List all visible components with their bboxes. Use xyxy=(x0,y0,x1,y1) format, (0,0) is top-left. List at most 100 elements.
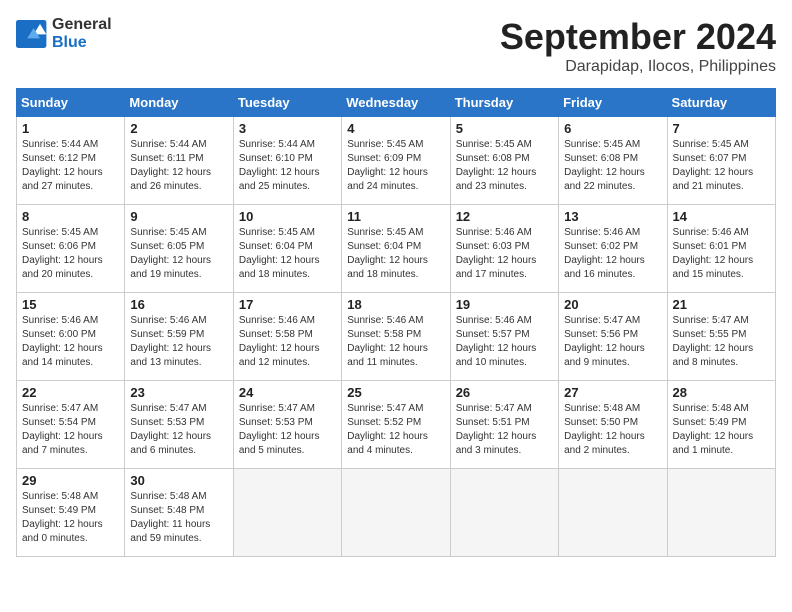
location-title: Darapidap, Ilocos, Philippines xyxy=(500,58,776,76)
week-row-2: 8 Sunrise: 5:45 AMSunset: 6:06 PMDaylight… xyxy=(17,205,776,293)
day-number: 22 xyxy=(22,385,119,400)
day-number: 5 xyxy=(456,121,553,136)
cell-info: Sunrise: 5:46 AMSunset: 6:00 PMDaylight:… xyxy=(22,315,103,368)
day-number: 26 xyxy=(456,385,553,400)
cell-info: Sunrise: 5:46 AMSunset: 5:59 PMDaylight:… xyxy=(130,315,211,368)
calendar-cell: 12Sunrise: 5:46 AMSunset: 6:03 PMDayligh… xyxy=(450,205,558,293)
calendar-cell: 14Sunrise: 5:46 AMSunset: 6:01 PMDayligh… xyxy=(667,205,775,293)
header-day-saturday: Saturday xyxy=(667,89,775,117)
day-number: 21 xyxy=(673,297,770,312)
cell-info: Sunrise: 5:48 AMSunset: 5:50 PMDaylight:… xyxy=(564,403,645,456)
logo-text: General Blue xyxy=(52,16,112,52)
day-number: 28 xyxy=(673,385,770,400)
day-number: 27 xyxy=(564,385,661,400)
cell-info: Sunrise: 5:48 AMSunset: 5:49 PMDaylight:… xyxy=(22,491,103,544)
day-number: 8 xyxy=(22,209,119,224)
calendar-cell: 6Sunrise: 5:45 AMSunset: 6:08 PMDaylight… xyxy=(559,117,667,205)
week-row-5: 29 Sunrise: 5:48 AMSunset: 5:49 PMDayligh… xyxy=(17,469,776,557)
calendar-cell: 16 Sunrise: 5:46 AMSunset: 5:59 PMDayligh… xyxy=(125,293,233,381)
calendar-cell xyxy=(450,469,558,557)
cell-info: Sunrise: 5:46 AMSunset: 6:02 PMDaylight:… xyxy=(564,227,645,280)
header-row: SundayMondayTuesdayWednesdayThursdayFrid… xyxy=(17,89,776,117)
calendar-cell xyxy=(667,469,775,557)
cell-info: Sunrise: 5:47 AMSunset: 5:55 PMDaylight:… xyxy=(673,315,754,368)
header-day-thursday: Thursday xyxy=(450,89,558,117)
week-row-3: 15 Sunrise: 5:46 AMSunset: 6:00 PMDayligh… xyxy=(17,293,776,381)
day-number: 23 xyxy=(130,385,227,400)
cell-info: Sunrise: 5:47 AMSunset: 5:53 PMDaylight:… xyxy=(239,403,320,456)
day-number: 3 xyxy=(239,121,336,136)
calendar-cell xyxy=(342,469,450,557)
cell-info: Sunrise: 5:45 AMSunset: 6:04 PMDaylight:… xyxy=(347,227,428,280)
month-title: September 2024 xyxy=(500,16,776,58)
cell-info: Sunrise: 5:45 AMSunset: 6:08 PMDaylight:… xyxy=(564,139,645,192)
calendar-cell: 29 Sunrise: 5:48 AMSunset: 5:49 PMDayligh… xyxy=(17,469,125,557)
calendar-cell: 3 Sunrise: 5:44 AMSunset: 6:10 PMDaylight… xyxy=(233,117,341,205)
day-number: 30 xyxy=(130,473,227,488)
calendar-cell: 27 Sunrise: 5:48 AMSunset: 5:50 PMDayligh… xyxy=(559,381,667,469)
calendar-cell: 26Sunrise: 5:47 AMSunset: 5:51 PMDayligh… xyxy=(450,381,558,469)
calendar-cell: 2Sunrise: 5:44 AMSunset: 6:11 PMDaylight… xyxy=(125,117,233,205)
header-day-wednesday: Wednesday xyxy=(342,89,450,117)
cell-info: Sunrise: 5:46 AMSunset: 5:57 PMDaylight:… xyxy=(456,315,537,368)
header-day-friday: Friday xyxy=(559,89,667,117)
cell-info: Sunrise: 5:47 AMSunset: 5:53 PMDaylight:… xyxy=(130,403,211,456)
day-number: 24 xyxy=(239,385,336,400)
week-row-4: 22 Sunrise: 5:47 AMSunset: 5:54 PMDayligh… xyxy=(17,381,776,469)
calendar-cell: 7Sunrise: 5:45 AMSunset: 6:07 PMDaylight… xyxy=(667,117,775,205)
cell-info: Sunrise: 5:47 AMSunset: 5:56 PMDaylight:… xyxy=(564,315,645,368)
cell-info: Sunrise: 5:45 AMSunset: 6:05 PMDaylight:… xyxy=(130,227,211,280)
day-number: 15 xyxy=(22,297,119,312)
cell-info: Sunrise: 5:45 AMSunset: 6:06 PMDaylight:… xyxy=(22,227,103,280)
calendar-cell: 5 Sunrise: 5:45 AMSunset: 6:08 PMDaylight… xyxy=(450,117,558,205)
cell-info: Sunrise: 5:46 AMSunset: 6:01 PMDaylight:… xyxy=(673,227,754,280)
calendar-cell: 13 Sunrise: 5:46 AMSunset: 6:02 PMDayligh… xyxy=(559,205,667,293)
calendar-cell: 23 Sunrise: 5:47 AMSunset: 5:53 PMDayligh… xyxy=(125,381,233,469)
logo-icon xyxy=(16,20,48,48)
calendar-cell: 22 Sunrise: 5:47 AMSunset: 5:54 PMDayligh… xyxy=(17,381,125,469)
day-number: 1 xyxy=(22,121,119,136)
day-number: 13 xyxy=(564,209,661,224)
day-number: 18 xyxy=(347,297,444,312)
calendar-table: SundayMondayTuesdayWednesdayThursdayFrid… xyxy=(16,88,776,557)
cell-info: Sunrise: 5:48 AMSunset: 5:49 PMDaylight:… xyxy=(673,403,754,456)
calendar-cell: 17 Sunrise: 5:46 AMSunset: 5:58 PMDayligh… xyxy=(233,293,341,381)
cell-info: Sunrise: 5:47 AMSunset: 5:52 PMDaylight:… xyxy=(347,403,428,456)
day-number: 11 xyxy=(347,209,444,224)
cell-info: Sunrise: 5:48 AMSunset: 5:48 PMDaylight:… xyxy=(130,491,210,544)
day-number: 2 xyxy=(130,121,227,136)
day-number: 12 xyxy=(456,209,553,224)
calendar-cell: 25 Sunrise: 5:47 AMSunset: 5:52 PMDayligh… xyxy=(342,381,450,469)
day-number: 29 xyxy=(22,473,119,488)
calendar-cell: 10Sunrise: 5:45 AMSunset: 6:04 PMDayligh… xyxy=(233,205,341,293)
calendar-cell: 30 Sunrise: 5:48 AMSunset: 5:48 PMDayligh… xyxy=(125,469,233,557)
week-row-1: 1 Sunrise: 5:44 AMSunset: 6:12 PMDaylight… xyxy=(17,117,776,205)
calendar-cell xyxy=(233,469,341,557)
calendar-cell: 20 Sunrise: 5:47 AMSunset: 5:56 PMDayligh… xyxy=(559,293,667,381)
calendar-cell: 28 Sunrise: 5:48 AMSunset: 5:49 PMDayligh… xyxy=(667,381,775,469)
header: General Blue September 2024 Darapidap, I… xyxy=(16,16,776,76)
day-number: 19 xyxy=(456,297,553,312)
cell-info: Sunrise: 5:44 AMSunset: 6:12 PMDaylight:… xyxy=(22,139,103,192)
header-day-monday: Monday xyxy=(125,89,233,117)
cell-info: Sunrise: 5:46 AMSunset: 5:58 PMDaylight:… xyxy=(239,315,320,368)
cell-info: Sunrise: 5:46 AMSunset: 5:58 PMDaylight:… xyxy=(347,315,428,368)
cell-info: Sunrise: 5:45 AMSunset: 6:09 PMDaylight:… xyxy=(347,139,428,192)
day-number: 16 xyxy=(130,297,227,312)
calendar-cell xyxy=(559,469,667,557)
calendar-cell: 18 Sunrise: 5:46 AMSunset: 5:58 PMDayligh… xyxy=(342,293,450,381)
day-number: 4 xyxy=(347,121,444,136)
day-number: 17 xyxy=(239,297,336,312)
logo: General Blue xyxy=(16,16,112,52)
cell-info: Sunrise: 5:47 AMSunset: 5:54 PMDaylight:… xyxy=(22,403,103,456)
calendar-cell: 24 Sunrise: 5:47 AMSunset: 5:53 PMDayligh… xyxy=(233,381,341,469)
cell-info: Sunrise: 5:44 AMSunset: 6:10 PMDaylight:… xyxy=(239,139,320,192)
day-number: 20 xyxy=(564,297,661,312)
calendar-cell: 4 Sunrise: 5:45 AMSunset: 6:09 PMDaylight… xyxy=(342,117,450,205)
day-number: 7 xyxy=(673,121,770,136)
cell-info: Sunrise: 5:45 AMSunset: 6:04 PMDaylight:… xyxy=(239,227,320,280)
day-number: 25 xyxy=(347,385,444,400)
cell-info: Sunrise: 5:45 AMSunset: 6:08 PMDaylight:… xyxy=(456,139,537,192)
day-number: 9 xyxy=(130,209,227,224)
calendar-cell: 19 Sunrise: 5:46 AMSunset: 5:57 PMDayligh… xyxy=(450,293,558,381)
